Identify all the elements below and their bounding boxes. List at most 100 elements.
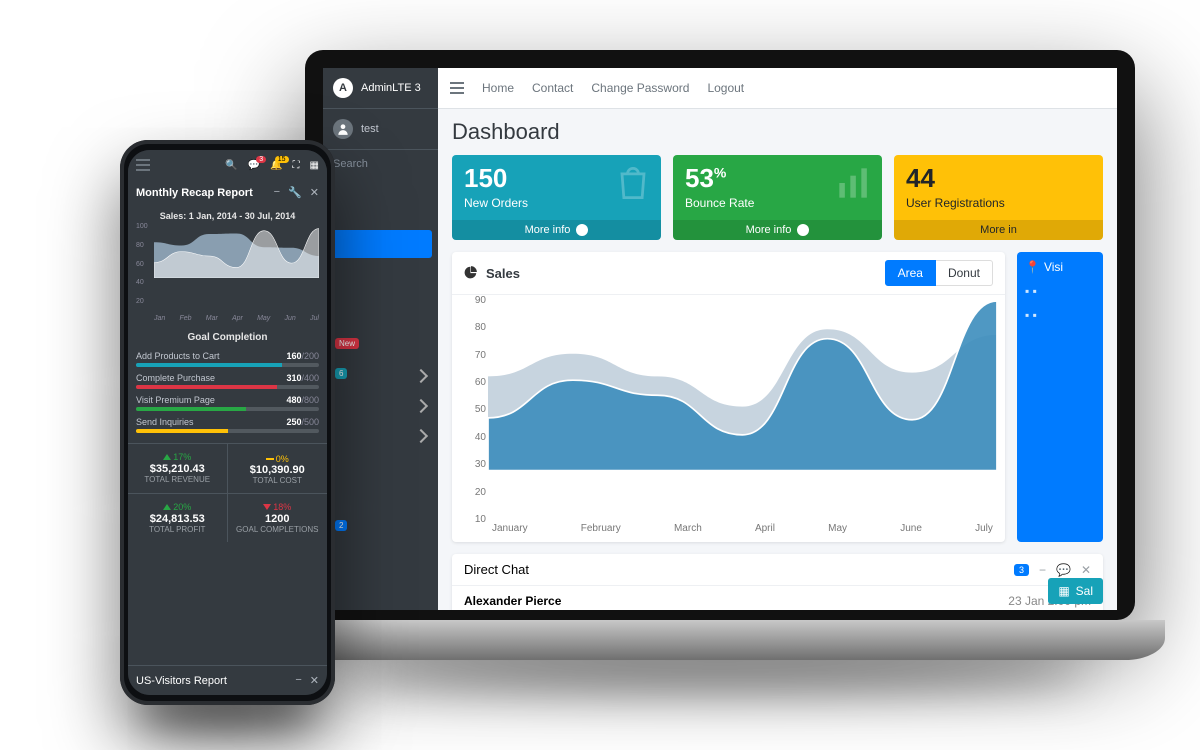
minus-icon[interactable]: − xyxy=(274,186,280,199)
badge-count: 6 xyxy=(335,368,347,379)
search-icon[interactable]: 🔍 xyxy=(225,160,237,171)
sidebar-item[interactable]: 2 xyxy=(329,514,432,542)
chevron-left-icon xyxy=(414,429,428,443)
goal-label: Send Inquiries xyxy=(136,417,194,427)
sales-area-chart: 908070605040302010 xyxy=(452,295,1005,523)
sales-calendar-button[interactable]: ▦ Sal xyxy=(1048,578,1103,604)
phone-topbar: 🔍 💬3 🔔15 ⛶ ▦ xyxy=(128,150,327,180)
stat-more-link[interactable]: More in xyxy=(894,220,1103,240)
stat-bounce-rate[interactable]: 53% Bounce Rate More info ➔ xyxy=(673,155,882,240)
goal-done: 480 xyxy=(286,395,301,405)
summary-profit: 20%$24,813.53TOTAL PROFIT xyxy=(128,494,228,542)
recap-area-chart: 10080604020 xyxy=(154,223,319,315)
nav-home[interactable]: Home xyxy=(482,81,514,95)
arrow-right-icon: ➔ xyxy=(797,224,809,236)
recap-x-labels: JanFebMarAprMayJunJul xyxy=(136,315,319,324)
goal-row: Add Products to Cart160/200 xyxy=(128,349,327,371)
laptop-device: A AdminLTE 3 test Search New xyxy=(275,50,1165,700)
chevron-left-icon xyxy=(414,399,428,413)
avatar-icon xyxy=(333,119,353,139)
sidebar: A AdminLTE 3 test Search New xyxy=(323,68,438,610)
goal-label: Add Products to Cart xyxy=(136,351,220,361)
stat-user-reg[interactable]: 44 User Registrations More in xyxy=(894,155,1103,240)
sidebar-item[interactable] xyxy=(329,392,432,420)
summary-rev: 17%$35,210.43TOTAL REVENUE xyxy=(128,444,228,494)
tab-area[interactable]: Area xyxy=(885,260,936,286)
us-visitors-report[interactable]: US-Visitors Report − ✕ xyxy=(128,665,327,695)
pie-icon xyxy=(464,265,478,282)
grid-icon: ▦ xyxy=(1058,584,1069,598)
visitors-title: Visi xyxy=(1044,260,1063,274)
stat-more-link[interactable]: More info ➔ xyxy=(673,220,882,240)
stat-new-orders[interactable]: 150 New Orders More info ➔ xyxy=(452,155,661,240)
expand-icon[interactable]: ⛶ xyxy=(293,160,300,171)
comments-icon[interactable]: 💬 xyxy=(1056,563,1071,577)
close-icon[interactable]: ✕ xyxy=(310,674,319,687)
sales-title: Sales xyxy=(486,266,520,281)
stat-value: 53 xyxy=(685,163,714,193)
nav-logout[interactable]: Logout xyxy=(707,81,744,95)
map-pin-icon: 📍 xyxy=(1025,260,1040,274)
sidebar-item[interactable]: New xyxy=(329,332,432,360)
nav-contact[interactable]: Contact xyxy=(532,81,573,95)
goal-done: 160 xyxy=(286,351,301,361)
wrench-icon[interactable]: 🔧 xyxy=(288,186,302,199)
menu-toggle-button[interactable] xyxy=(136,159,150,171)
chart-type-tabs: Area Donut xyxy=(885,260,993,286)
summary-cost: 0%$10,390.90TOTAL COST xyxy=(228,444,328,494)
goal-done: 310 xyxy=(286,373,301,383)
sidebar-search[interactable]: Search xyxy=(323,150,438,178)
comments-icon[interactable]: 💬3 xyxy=(248,160,260,171)
sidebar-user-name: test xyxy=(361,123,379,135)
page-title: Dashboard xyxy=(438,109,1117,155)
chat-badge: 3 xyxy=(1014,564,1029,576)
sidebar-item-active[interactable] xyxy=(329,230,432,258)
recap-range: Sales: 1 Jan, 2014 - 30 Jul, 2014 xyxy=(136,211,319,221)
recap-title: Monthly Recap Report xyxy=(136,187,253,199)
chevron-left-icon xyxy=(414,369,428,383)
stat-label: User Registrations xyxy=(894,194,1103,220)
tab-donut[interactable]: Donut xyxy=(936,260,993,286)
badge-new: New xyxy=(335,338,359,349)
sidebar-user[interactable]: test xyxy=(323,109,438,150)
sales-x-labels: JanuaryFebruaryMarchAprilMayJuneJuly xyxy=(452,523,1005,542)
chat-sender: Alexander Pierce xyxy=(464,594,561,608)
goal-row: Send Inquiries250/500 xyxy=(128,415,327,437)
phone-device: 🔍 💬3 🔔15 ⛶ ▦ Monthly Recap Report − 🔧 ✕ … xyxy=(120,140,335,705)
visitors-panel: 📍 Visi ▪ ▪ ▪ ▪ xyxy=(1017,252,1103,542)
close-icon[interactable]: ✕ xyxy=(310,186,319,199)
goal-label: Complete Purchase xyxy=(136,373,215,383)
brand[interactable]: A AdminLTE 3 xyxy=(323,68,438,109)
brand-logo-icon: A xyxy=(333,78,353,98)
bars-icon xyxy=(832,161,876,215)
nav-changepw[interactable]: Change Password xyxy=(591,81,689,95)
grid-icon[interactable]: ▦ xyxy=(310,160,319,171)
sidebar-item[interactable] xyxy=(329,422,432,450)
goals-list: Add Products to Cart160/200Complete Purc… xyxy=(128,349,327,437)
summary-grid: 17%$35,210.43TOTAL REVENUE0%$10,390.90TO… xyxy=(128,443,327,542)
menu-toggle-button[interactable] xyxy=(450,82,464,94)
goal-label: Visit Premium Page xyxy=(136,395,215,405)
goal-row: Complete Purchase310/400 xyxy=(128,371,327,393)
minus-icon[interactable]: − xyxy=(1039,563,1046,577)
close-icon[interactable]: ✕ xyxy=(1081,563,1091,577)
direct-chat-panel: Direct Chat 3 − 💬 ✕ Alexander Pierce 23 … xyxy=(452,554,1103,610)
stat-value: 44 xyxy=(906,163,935,193)
stat-more-link[interactable]: More info ➔ xyxy=(452,220,661,240)
sidebar-item[interactable]: 6 xyxy=(329,362,432,390)
brand-name: AdminLTE 3 xyxy=(361,82,421,94)
goal-done: 250 xyxy=(286,417,301,427)
chat-title: Direct Chat xyxy=(464,562,529,577)
minus-icon[interactable]: − xyxy=(295,674,301,687)
main-content: Home Contact Change Password Logout Dash… xyxy=(438,68,1117,610)
summary-goals: 18%1200GOAL COMPLETIONS xyxy=(228,494,328,542)
bell-icon[interactable]: 🔔15 xyxy=(270,160,282,171)
sidebar-item[interactable] xyxy=(329,260,432,288)
topbar: Home Contact Change Password Logout xyxy=(438,68,1117,109)
search-placeholder: Search xyxy=(333,158,368,170)
stat-value: 150 xyxy=(464,163,507,193)
goals-title: Goal Completion xyxy=(128,326,327,349)
goal-row: Visit Premium Page480/800 xyxy=(128,393,327,415)
bag-icon xyxy=(611,161,655,215)
arrow-right-icon: ➔ xyxy=(576,224,588,236)
